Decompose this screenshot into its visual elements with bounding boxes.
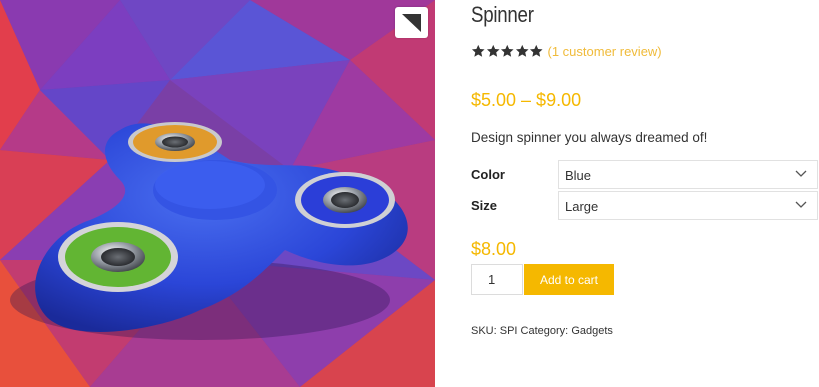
color-label: Color [471,167,505,182]
zoom-icon [402,14,421,32]
add-to-cart-button[interactable]: Add to cart [524,264,614,295]
zoom-button[interactable] [395,7,428,38]
size-label: Size [471,198,498,213]
star-icon [471,44,485,57]
chevron-down-icon [795,170,807,177]
sku-value: SPI [499,325,518,337]
price-range: $5.00 – $9.00 [471,90,582,110]
sku-label: SKU: [471,325,497,337]
size-select[interactable]: Large [558,191,818,220]
chevron-down-icon [795,201,807,208]
quantity-input[interactable] [471,264,523,295]
color-select[interactable]: Blue [558,160,818,189]
star-rating: (1 customer review) [471,43,662,59]
color-select-value: Blue [565,168,592,183]
fidget-spinner-image [0,0,435,387]
product-summary: Spinner (1 customer review) $5.00 – $9.0… [471,0,819,387]
product-gallery [0,0,435,387]
variation-row-color: Color Blue [471,160,819,190]
selected-variation-price: $8.00 [471,239,517,259]
star-icon [515,44,529,57]
customer-review-link[interactable]: (1 customer review) [548,44,662,59]
star-icon [500,44,514,57]
category-link[interactable]: Gadgets [571,325,613,337]
size-select-value: Large [565,199,599,214]
product-meta: SKU: SPI Category: Gadgets [471,325,613,337]
product-description: Design spinner you always dreamed of! [471,130,708,145]
star-icon [529,44,543,57]
rating-stars [471,44,544,58]
product-title: Spinner [471,2,534,27]
variation-row-size: Size Large [471,191,819,221]
category-label: Category: [520,325,569,337]
star-icon [486,44,500,57]
